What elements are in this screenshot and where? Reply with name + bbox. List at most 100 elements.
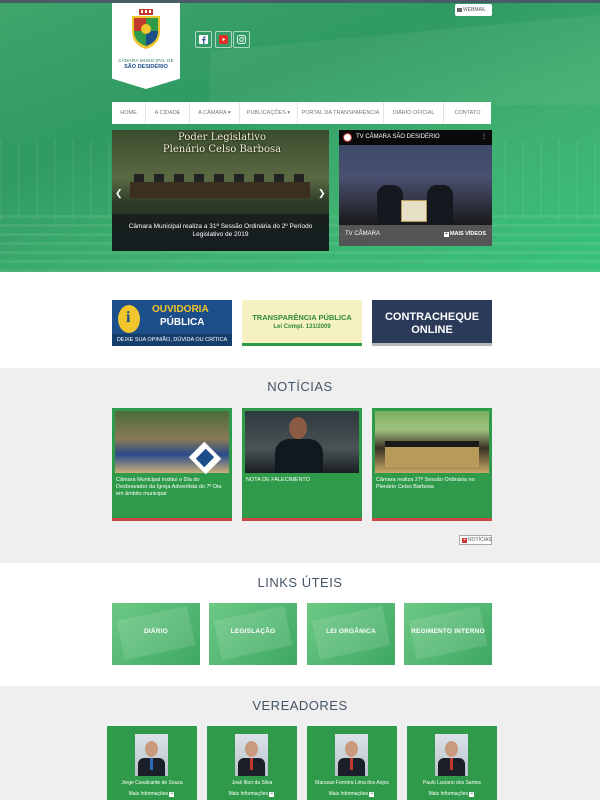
ouvidoria-sub: DEIXE SUA OPINIÃO, DÚVIDA OU CRÍTICA <box>112 334 232 346</box>
webmail-button[interactable]: WEBMAIL <box>455 4 492 16</box>
more-label: Mais Informações <box>228 791 269 797</box>
nav-a-cidade[interactable]: A CIDADE <box>146 102 190 124</box>
vereador-card[interactable]: José Ilton da Silva Mais Informações + <box>207 726 297 800</box>
vereador-card[interactable]: Paulo Luciano dos Santos Mais Informaçõe… <box>407 726 497 800</box>
link-label: LEI ORGÂNICA <box>326 628 376 635</box>
webmail-label: WEBMAIL <box>463 7 487 13</box>
instagram-icon <box>237 35 246 44</box>
contracheque-line2: ONLINE <box>411 324 453 336</box>
links-title: LINKS ÚTEIS <box>257 575 343 590</box>
vereador-photo <box>235 734 268 776</box>
plus-icon: + <box>369 791 375 797</box>
instagram-link[interactable] <box>233 31 250 48</box>
tv-video-thumbnail[interactable] <box>339 145 492 230</box>
tv-title-bar: TV CÂMARA SÃO DESIDÉRIO ⋮ <box>339 130 492 145</box>
crest-icon <box>132 9 160 49</box>
slider-prev-icon[interactable]: ❮ <box>115 188 123 199</box>
tv-label: TV CÂMARA <box>345 231 381 237</box>
plus-icon: + <box>169 791 175 797</box>
bench <box>385 447 479 467</box>
slide-bench <box>130 182 310 198</box>
youtube-icon <box>219 35 228 44</box>
tv-footer: TV CÂMARA + MAIS VÍDEOS <box>339 225 492 246</box>
news-text: Câmara Municipal institui o Dia do Desbr… <box>116 477 222 497</box>
link-label: REGIMENTO INTERNO <box>411 628 485 635</box>
link-lei-organica[interactable]: LEI ORGÂNICA <box>307 603 395 665</box>
news-title: NOTÍCIAS <box>267 379 333 394</box>
logo-line1: CÂMARA MUNICIPAL DE <box>118 58 174 63</box>
vereador-photo <box>435 734 468 776</box>
more-label: Mais Informações <box>328 791 369 797</box>
transparencia-line1: TRANSPARÊNCIA PÚBLICA <box>252 313 352 322</box>
nav-home[interactable]: HOME <box>112 102 146 124</box>
link-legislacao[interactable]: LEGISLAÇÃO <box>209 603 297 665</box>
building-backdrop <box>210 15 600 105</box>
more-label: Mais Informações <box>428 791 469 797</box>
youtube-link[interactable] <box>215 31 232 48</box>
nav-a-camara[interactable]: A CÂMARA ▾ <box>190 102 240 124</box>
vereador-card[interactable]: Jorge Cavalcante de Souza Mais Informaçõ… <box>107 726 197 800</box>
news-slider[interactable]: Poder Legislativo Plenário Celso Barbosa… <box>112 130 329 251</box>
ouvidoria-line1: OUVIDORIA <box>152 304 209 315</box>
mais-informacoes-link[interactable]: Mais Informações + <box>207 791 297 797</box>
contracheque-label: CONTRACHEQUE ONLINE <box>372 311 492 337</box>
plus-icon: + <box>269 791 275 797</box>
site-logo[interactable]: CÂMARA MUNICIPAL DE SÃO DESIDÉRIO <box>112 3 180 89</box>
facebook-link[interactable] <box>195 31 212 48</box>
contracheque-banner[interactable]: CONTRACHEQUE ONLINE <box>372 300 492 346</box>
transparencia-banner[interactable]: TRANSPARÊNCIA PÚBLICA Lei Compl. 131/200… <box>242 300 362 346</box>
link-label: LEGISLAÇÃO <box>230 628 276 635</box>
news-card[interactable]: Câmara realiza 27ª Sessão Ordinária no P… <box>372 408 492 521</box>
vereador-name: Paulo Luciano dos Santos <box>422 780 482 786</box>
transparencia-line2: Lei Compl. 131/2009 <box>273 324 331 330</box>
mais-informacoes-link[interactable]: Mais Informações + <box>307 791 397 797</box>
more-news-label: NOTÍCIAS <box>468 537 492 543</box>
top-strip <box>0 0 600 3</box>
news-image <box>115 411 229 475</box>
plus-icon: + <box>462 537 467 543</box>
tv-person <box>427 185 453 230</box>
ouvidoria-banner[interactable]: i OUVIDORIA PÚBLICA DEIXE SUA OPINIÃO, D… <box>112 300 232 346</box>
photo-tie <box>450 758 453 770</box>
slide-caption[interactable]: Câmara Municipal realiza a 31ª Sessão Or… <box>112 214 329 251</box>
photo-tie <box>250 758 253 770</box>
vereadores-title: VEREADORES <box>252 698 348 713</box>
news-image <box>375 411 489 473</box>
nav-portal-transparencia[interactable]: PORTAL DA TRANSPARÊNCIA <box>298 102 384 124</box>
plus-icon: + <box>469 791 475 797</box>
contracheque-line1: CONTRACHEQUE <box>384 311 480 323</box>
mais-informacoes-link[interactable]: Mais Informações + <box>107 791 197 797</box>
more-videos-link[interactable]: + MAIS VÍDEOS <box>443 231 486 237</box>
info-icon: i <box>118 305 140 333</box>
nav-diario-oficial[interactable]: DIÁRIO OFICIAL <box>384 102 444 124</box>
photo-tie <box>150 758 153 770</box>
hero-section: CÂMARA MUNICIPAL DE SÃO DESIDÉRIO WEBMAI… <box>0 0 600 272</box>
tv-title: TV CÂMARA SÃO DESIDÉRIO <box>356 134 440 140</box>
vereador-name: José Ilton da Silva <box>231 780 273 786</box>
more-videos-label: MAIS VÍDEOS <box>449 231 486 237</box>
news-image <box>245 411 359 473</box>
tv-certificate <box>401 200 427 222</box>
more-label: Mais Informações <box>128 791 169 797</box>
main-nav: HOME A CIDADE A CÂMARA ▾ PUBLICAÇÕES ▾ P… <box>112 102 491 124</box>
more-news-button[interactable]: + NOTÍCIAS <box>459 535 492 545</box>
facebook-icon <box>199 35 208 44</box>
slide-image-title: Poder Legislativo Plenário Celso Barbosa <box>162 132 282 155</box>
photo-head <box>145 741 158 757</box>
vereador-name: Jorge Cavalcante de Souza <box>121 780 183 786</box>
slider-next-icon[interactable]: ❯ <box>318 188 326 199</box>
envelope-icon <box>457 7 462 12</box>
vereador-card[interactable]: Marusan Ferreira Lima dos Anjos Mais Inf… <box>307 726 397 800</box>
vereador-photo <box>135 734 168 776</box>
nav-publicacoes[interactable]: PUBLICAÇÕES ▾ <box>240 102 298 124</box>
news-card[interactable]: NOTA DE FALECIMENTO <box>242 408 362 521</box>
vereador-photo <box>335 734 368 776</box>
more-options-icon[interactable]: ⋮ <box>481 133 487 140</box>
mais-informacoes-link[interactable]: Mais Informações + <box>407 791 497 797</box>
link-diario[interactable]: DIÁRIO <box>112 603 200 665</box>
news-card[interactable]: Câmara Municipal institui o Dia do Desbr… <box>112 408 232 521</box>
ouvidoria-line2: PÚBLICA <box>160 317 205 328</box>
tv-camara-widget[interactable]: TV CÂMARA SÃO DESIDÉRIO ⋮ TV CÂMARA + MAI… <box>339 130 492 246</box>
nav-contato[interactable]: CONTATO <box>444 102 491 124</box>
link-regimento-interno[interactable]: REGIMENTO INTERNO <box>404 603 492 665</box>
